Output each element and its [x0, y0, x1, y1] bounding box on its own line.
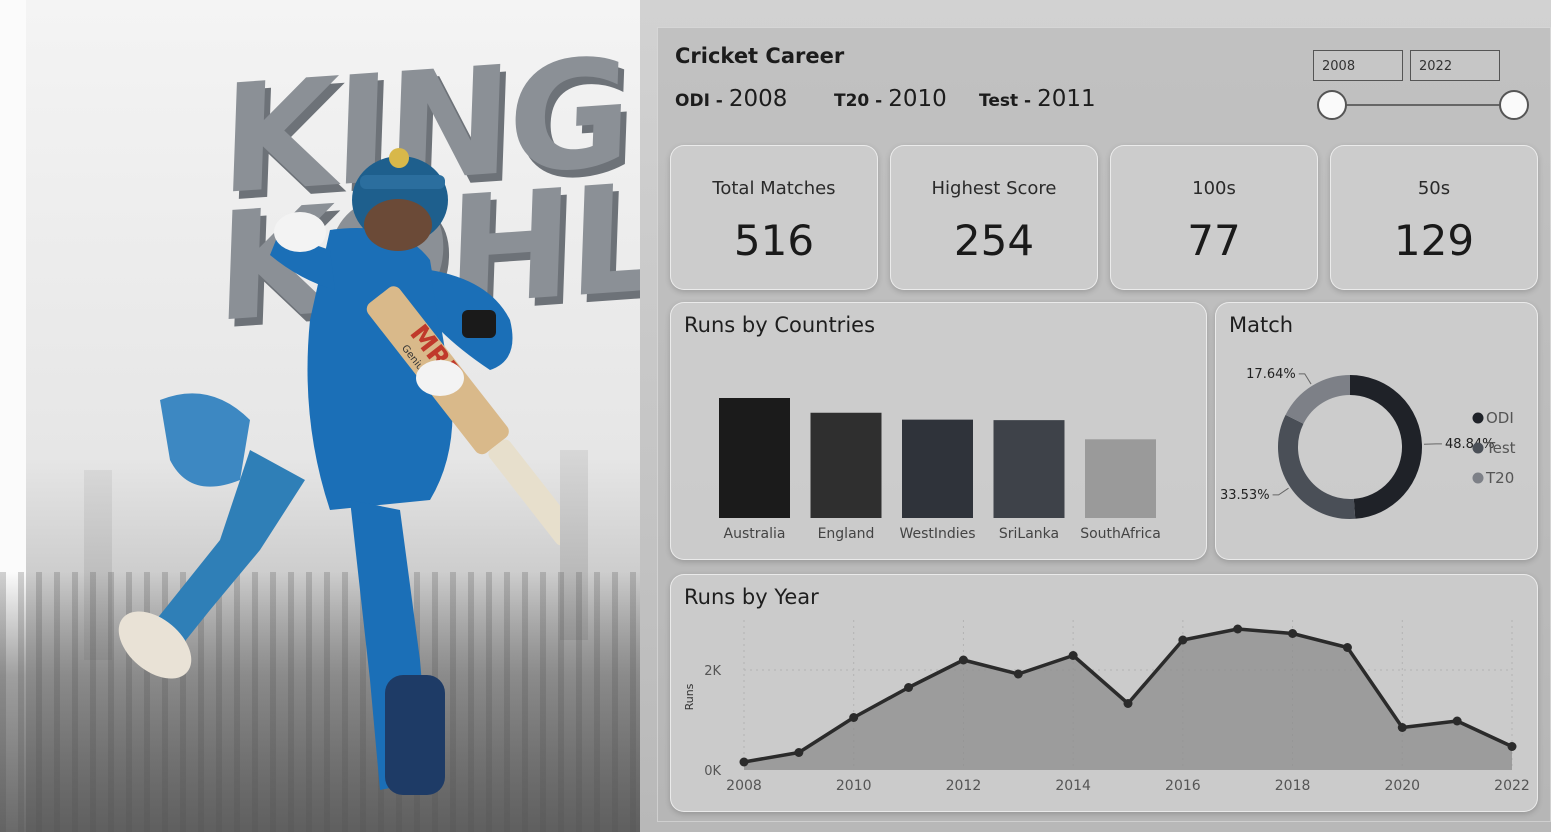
- year-slider-end-handle[interactable]: [1499, 90, 1529, 120]
- kpi-label: Total Matches: [712, 178, 836, 199]
- data-point: [739, 757, 749, 767]
- career-odi: ODI -2008: [675, 86, 787, 112]
- year-to-input[interactable]: 2022: [1410, 50, 1500, 81]
- legend-label: T20: [1485, 469, 1514, 487]
- player-illustration: MRF Genius: [118, 148, 560, 795]
- donut-slice: [1349, 375, 1422, 519]
- y-tick-label: 0K: [704, 764, 721, 779]
- kpi-card-highest-score: Highest Score 254: [890, 145, 1098, 290]
- kpi-card-50s: 50s 129: [1330, 145, 1538, 290]
- format-label: ODI -: [675, 91, 723, 111]
- data-point: [1013, 669, 1023, 679]
- x-tick-label: 2008: [726, 778, 762, 794]
- donut-chart: 48.84%33.53%17.64%ODITestT20: [1220, 367, 1516, 519]
- kpi-label: Highest Score: [931, 178, 1057, 199]
- format-year: 2010: [888, 86, 947, 112]
- data-point: [1123, 699, 1133, 708]
- kpi-label: 50s: [1417, 178, 1451, 199]
- data-point: [794, 748, 804, 757]
- x-tick-label: 2020: [1384, 778, 1420, 794]
- bar-category-label: WestIndies: [899, 526, 975, 542]
- year-from-input[interactable]: 2008: [1313, 50, 1403, 81]
- x-tick-label: 2022: [1494, 778, 1530, 794]
- legend-label: ODI: [1486, 409, 1514, 427]
- y-tick-label: 2K: [704, 664, 721, 679]
- format-label: T20 -: [834, 91, 883, 111]
- kpi-card-100s: 100s 77: [1110, 145, 1318, 290]
- donut-value-label: 17.64%: [1246, 367, 1296, 382]
- career-test: Test -2011: [979, 86, 1096, 112]
- x-tick-label: 2018: [1275, 778, 1311, 794]
- area-chart: 2008 2010 2012 2014 2016 2018 2020 2022 0K 2K Runs: [683, 620, 1530, 794]
- year-slider-start-handle[interactable]: [1317, 90, 1347, 120]
- bar-category-label: Australia: [724, 526, 786, 542]
- bar-category-label: SouthAfrica: [1080, 526, 1161, 542]
- donut-leader-line: [1298, 373, 1312, 385]
- legend-marker: [1472, 412, 1484, 424]
- x-tick-label: 2010: [836, 778, 872, 794]
- data-point: [1233, 624, 1243, 634]
- runs-by-year-card: Runs by Year 2008 2010 2012 2014 2016 2018 202…: [670, 574, 1538, 812]
- kpi-label: 100s: [1192, 178, 1236, 199]
- data-point: [1397, 723, 1407, 732]
- kpi-value: 77: [1187, 216, 1241, 265]
- format-year: 2008: [728, 86, 788, 112]
- bar: [902, 419, 973, 518]
- format-label: Test -: [979, 91, 1032, 111]
- bar: [993, 420, 1065, 518]
- donut-leader-line: [1272, 487, 1289, 496]
- format-year: 2011: [1037, 86, 1096, 112]
- data-point: [1068, 651, 1078, 660]
- data-point: [1507, 742, 1517, 751]
- career-title: Cricket Career: [675, 44, 845, 68]
- data-point: [1178, 635, 1188, 645]
- kpi-card-total-matches: Total Matches 516: [670, 145, 878, 290]
- bar: [1085, 439, 1156, 518]
- data-point: [1342, 643, 1352, 652]
- hero-image: KING KOHLI MRF Genius: [0, 0, 640, 832]
- kpi-value: 516: [733, 216, 815, 265]
- data-point: [1288, 629, 1298, 638]
- donut-slice: [1278, 414, 1356, 519]
- data-point: [958, 655, 968, 665]
- kpi-value: 254: [953, 216, 1035, 265]
- data-point: [849, 713, 859, 722]
- match-card: Match 48.84% 33.53% 17.64% ODI Test T20: [1215, 302, 1538, 560]
- x-tick-label: 2012: [946, 778, 982, 794]
- donut-slice: [1285, 375, 1351, 425]
- donut-value-label: 33.53%: [1220, 488, 1270, 503]
- legend-marker: [1472, 442, 1484, 454]
- bar-category-label: England: [818, 526, 875, 542]
- data-point: [1452, 716, 1462, 726]
- bar: [719, 398, 790, 518]
- bar-category-label: SriLanka: [999, 526, 1059, 542]
- x-tick-label: 2016: [1165, 778, 1201, 794]
- year-slider-track[interactable]: [1332, 104, 1514, 106]
- career-t20: T20 -2010: [834, 86, 947, 112]
- runs-by-countries-card: Runs by Countries Australia England WestIn…: [670, 302, 1207, 560]
- bar: [810, 412, 882, 518]
- legend-label: Test: [1485, 439, 1516, 457]
- y-axis-label: Runs: [683, 683, 696, 710]
- bar-chart: Australia England WestIndies SriLanka SouthA…: [719, 398, 1161, 542]
- legend-marker: [1472, 472, 1484, 484]
- x-tick-label: 2014: [1055, 778, 1091, 794]
- data-point: [904, 683, 914, 692]
- kpi-value: 129: [1393, 216, 1475, 265]
